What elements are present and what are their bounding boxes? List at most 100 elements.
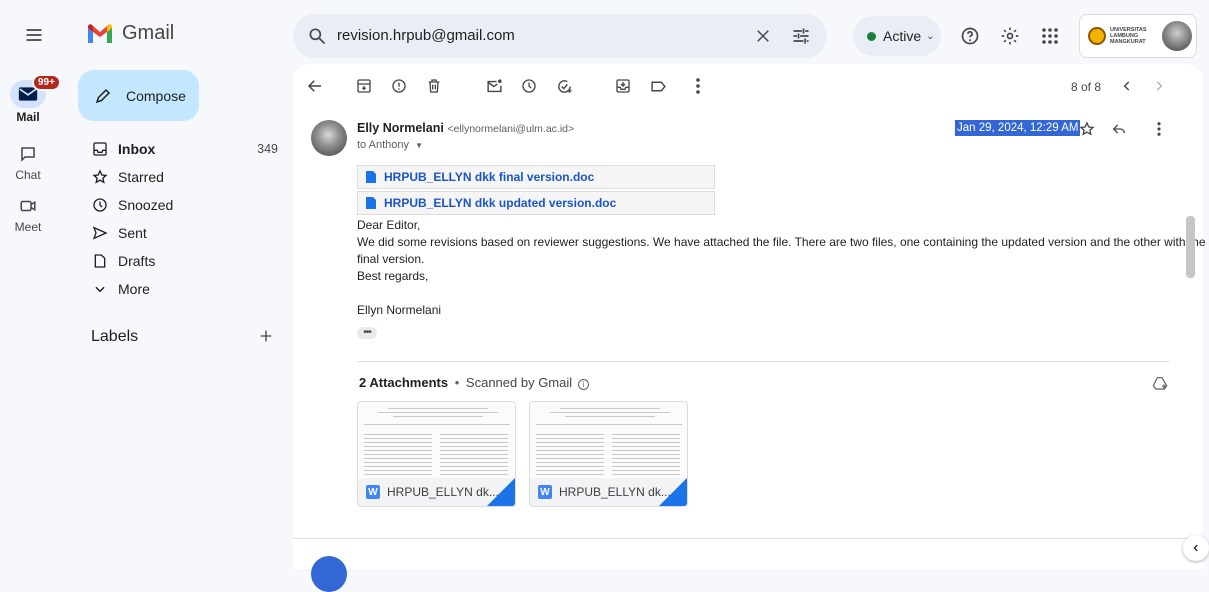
- trash-icon: [428, 79, 440, 93]
- recipient-details[interactable]: to Anthony ▼: [357, 139, 423, 151]
- document-preview: [358, 402, 515, 480]
- mark-unread-icon: [486, 78, 502, 92]
- rail-meet[interactable]: Meet: [0, 192, 56, 234]
- message-date: Jan 29, 2024, 12:29 AM: [955, 120, 1081, 136]
- reply-button[interactable]: [1104, 114, 1134, 144]
- add-label-button[interactable]: [254, 324, 278, 348]
- inbox-icon: [93, 142, 107, 156]
- star-icon: [1079, 121, 1095, 136]
- file-corner: [659, 478, 687, 506]
- next-message-avatar[interactable]: [311, 556, 347, 592]
- attachment-link-label: HRPUB_ELLYN dkk updated version.doc: [384, 196, 617, 210]
- attachment-filename: HRPUB_ELLYN dk...: [559, 485, 671, 499]
- mark-unread-button[interactable]: [476, 68, 512, 104]
- report-spam-button[interactable]: [381, 68, 417, 104]
- arrow-left-icon: [307, 80, 321, 92]
- show-trimmed-button[interactable]: •••: [357, 327, 377, 339]
- clock-icon: [522, 79, 536, 93]
- add-to-tasks-button[interactable]: [546, 68, 582, 104]
- search-input[interactable]: revision.hrpub@gmail.com: [337, 27, 515, 44]
- active-dot-icon: [867, 31, 876, 41]
- search-options-icon[interactable]: [791, 26, 811, 46]
- clear-search-icon[interactable]: [754, 27, 772, 45]
- compose-button[interactable]: Compose: [78, 70, 199, 121]
- rail-meet-label: Meet: [14, 220, 42, 234]
- more-actions-button[interactable]: [680, 68, 716, 104]
- archive-icon: [357, 79, 371, 93]
- chevron-down-icon: ⌄: [926, 30, 935, 42]
- message-more-button[interactable]: [1144, 114, 1174, 144]
- newer-button[interactable]: [1109, 68, 1145, 104]
- attachments-header: 2 Attachments • Scanned by Gmail i: [359, 375, 589, 390]
- sidebar-item-inbox[interactable]: Inbox 349: [78, 135, 292, 163]
- move-to-icon: [616, 79, 630, 93]
- caret-down-icon: ▼: [415, 141, 423, 150]
- settings-button[interactable]: [992, 18, 1028, 54]
- sidebar-item-more[interactable]: More: [78, 275, 292, 303]
- recipient-label: to Anthony: [357, 139, 409, 151]
- attachment-filename: HRPUB_ELLYN dk...: [387, 485, 499, 499]
- attachment-link[interactable]: HRPUB_ELLYN dkk updated version.doc: [357, 191, 715, 215]
- main-menu-button[interactable]: [16, 17, 52, 53]
- older-button[interactable]: [1141, 68, 1177, 104]
- university-logo: [1088, 27, 1106, 45]
- chevron-left-icon: [1123, 81, 1130, 91]
- body-closing: Best regards,: [357, 269, 429, 283]
- delete-button[interactable]: [416, 68, 452, 104]
- info-icon[interactable]: i: [577, 379, 589, 390]
- sidebar-item-starred[interactable]: Starred: [78, 163, 292, 191]
- sidebar-item-label: Sent: [118, 225, 147, 241]
- chevron-right-icon: [1156, 81, 1163, 91]
- back-button[interactable]: [297, 68, 333, 104]
- org-label: UNIVERSITAS LAMBUNG MANGKURAT: [1110, 27, 1147, 45]
- chevron-down-icon: [95, 286, 105, 293]
- unread-badge: 99+: [32, 74, 61, 91]
- body-line: We did some revisions based on reviewer …: [357, 235, 1206, 249]
- archive-button[interactable]: [346, 68, 382, 104]
- body-line: final version.: [357, 252, 425, 266]
- status-label: Active: [883, 28, 922, 44]
- label-icon: [650, 81, 666, 91]
- sidebar-item-label: More: [118, 281, 150, 297]
- search-icon[interactable]: [307, 26, 327, 46]
- apps-button[interactable]: [1032, 18, 1068, 54]
- sidebar-item-sent[interactable]: Sent: [78, 219, 292, 247]
- sender-email: <ellynormelani@ulm.ac.id>: [447, 123, 575, 135]
- compose-label: Compose: [126, 87, 186, 104]
- labels-button[interactable]: [640, 68, 676, 104]
- side-panel-toggle[interactable]: [1183, 535, 1209, 561]
- rail-chat[interactable]: Chat: [0, 140, 56, 182]
- sidebar-item-drafts[interactable]: Drafts: [78, 247, 292, 275]
- ellipsis-icon: •••: [363, 327, 371, 338]
- drive-add-icon: [1152, 377, 1168, 390]
- rail-mail[interactable]: 99+ Mail: [0, 74, 61, 124]
- sidebar-item-label: Starred: [118, 169, 164, 185]
- snooze-button[interactable]: [511, 68, 547, 104]
- sender-avatar[interactable]: [311, 120, 347, 156]
- gmail-logo[interactable]: Gmail: [86, 22, 174, 45]
- attachment-card[interactable]: W HRPUB_ELLYN dk...: [529, 401, 688, 507]
- chevron-left-icon: [1193, 544, 1198, 552]
- scrollbar-thumb[interactable]: [1186, 216, 1195, 278]
- app-name: Gmail: [122, 22, 175, 44]
- save-to-drive-button[interactable]: [1146, 369, 1174, 397]
- attachment-link[interactable]: HRPUB_ELLYN dkk final version.doc: [357, 165, 715, 189]
- more-vert-icon: [696, 78, 700, 94]
- gear-icon: [1001, 27, 1019, 45]
- account-button[interactable]: UNIVERSITAS LAMBUNG MANGKURAT: [1079, 14, 1197, 58]
- rail-chat-label: Chat: [15, 168, 41, 182]
- status-selector[interactable]: Active ⌄: [853, 16, 941, 56]
- star-button[interactable]: [1072, 114, 1102, 144]
- support-button[interactable]: [952, 18, 988, 54]
- attachment-card[interactable]: W HRPUB_ELLYN dk...: [357, 401, 516, 507]
- more-vert-icon: [1157, 122, 1161, 136]
- sender-name[interactable]: Elly Normelani: [357, 121, 444, 135]
- search-bar[interactable]: revision.hrpub@gmail.com: [293, 14, 827, 58]
- move-to-button[interactable]: [605, 68, 641, 104]
- spam-icon: [392, 79, 406, 93]
- labels-heading: Labels: [91, 328, 139, 345]
- clock-icon: [93, 198, 107, 212]
- sidebar-item-snoozed[interactable]: Snoozed: [78, 191, 292, 219]
- divider: [357, 361, 1169, 362]
- word-icon: W: [538, 485, 552, 499]
